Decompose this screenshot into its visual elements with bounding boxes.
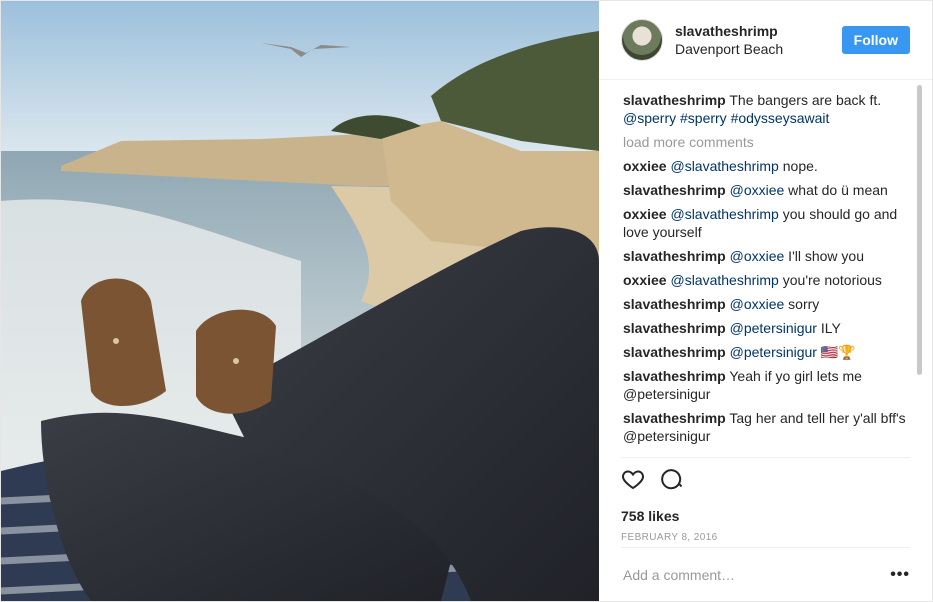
likes-count[interactable]: 758 likes (621, 508, 910, 524)
follow-button[interactable]: Follow (841, 26, 910, 54)
comments-scrollbar[interactable] (916, 85, 924, 455)
comment-item: slavatheshrimp @oxxiee sorry (623, 295, 910, 313)
add-comment-bar: ••• (621, 547, 910, 602)
owner-username[interactable]: slavatheshrimp (675, 22, 783, 40)
comment-username[interactable]: slavatheshrimp (623, 410, 726, 426)
comment-icon[interactable] (661, 467, 685, 496)
comment-item: slavatheshrimp @oxxiee what do ü mean (623, 181, 910, 199)
beach-photo-illustration (1, 1, 599, 601)
comment-mention[interactable]: @slavatheshrimp (670, 272, 778, 288)
caption-tags[interactable]: @sperry #sperry #odysseysawait (623, 110, 829, 126)
scrollbar-thumb[interactable] (917, 85, 922, 375)
comment-mention[interactable]: @petersinigur (730, 320, 817, 336)
comment-username[interactable]: oxxiee (623, 272, 667, 288)
comment-item: slavatheshrimp Tag her and tell her y'al… (623, 409, 910, 445)
post-sidebar: slavatheshrimp Davenport Beach Follow sl… (599, 1, 932, 601)
comment-item: oxxiee @slavatheshrimp you're notorious (623, 271, 910, 289)
comment-text: I'll show you (784, 248, 865, 264)
caption-text: The bangers are back ft. (729, 92, 882, 108)
comment-item: slavatheshrimp @oxxiee I'll show you (623, 247, 910, 265)
location-label[interactable]: Davenport Beach (675, 40, 783, 58)
post-date: FEBRUARY 8, 2016 (621, 532, 718, 543)
comment-item: oxxiee @slavatheshrimp nope. (623, 157, 910, 175)
comment-mention[interactable]: @slavatheshrimp (670, 206, 778, 222)
comments-list: slavatheshrimp The bangers are back ft. … (623, 91, 910, 457)
comment-username[interactable]: oxxiee (623, 158, 667, 174)
comment-username[interactable]: slavatheshrimp (623, 368, 726, 384)
comment-item: slavatheshrimp @petersinigur ILY (623, 319, 910, 337)
action-icons (621, 468, 910, 494)
comment-text: nope. (778, 158, 818, 174)
comment-mention[interactable]: @oxxiee (730, 296, 785, 312)
comment-username[interactable]: slavatheshrimp (623, 248, 726, 264)
owner-info: slavatheshrimp Davenport Beach (675, 22, 783, 58)
comment-username[interactable]: oxxiee (623, 206, 667, 222)
comment-mention[interactable]: @slavatheshrimp (670, 158, 778, 174)
comment-username[interactable]: slavatheshrimp (623, 320, 726, 336)
comment-username[interactable]: slavatheshrimp (623, 344, 726, 360)
more-options-icon[interactable]: ••• (890, 566, 910, 584)
comment-text: sorry (784, 296, 820, 312)
caption: slavatheshrimp The bangers are back ft. … (623, 91, 910, 127)
comment-item: slavatheshrimp @petersinigur 🇺🇸🏆 (623, 343, 910, 361)
comment-mention[interactable]: @petersinigur (730, 344, 817, 360)
comment-mention[interactable]: @oxxiee (730, 182, 785, 198)
avatar[interactable] (621, 19, 663, 61)
comment-username[interactable]: slavatheshrimp (623, 296, 726, 312)
comment-text: what do ü mean (784, 182, 888, 198)
comment-item: slavatheshrimp Yeah if yo girl lets me @… (623, 367, 910, 403)
comment-text: you're notorious (778, 272, 882, 288)
comment-username[interactable]: slavatheshrimp (623, 182, 726, 198)
comment-mention[interactable]: @oxxiee (730, 248, 785, 264)
comment-text: 🇺🇸🏆 (816, 344, 856, 360)
load-more-comments[interactable]: load more comments (623, 133, 910, 151)
caption-username[interactable]: slavatheshrimp (623, 92, 726, 108)
add-comment-input[interactable] (621, 566, 891, 584)
heart-icon[interactable] (621, 467, 645, 496)
comment-text: ILY (816, 320, 841, 336)
post-actions: 758 likes FEBRUARY 8, 2016 (621, 457, 910, 543)
post-container: slavatheshrimp Davenport Beach Follow sl… (0, 0, 933, 602)
post-photo[interactable] (1, 1, 599, 601)
comment-item: oxxiee @slavatheshrimp you should go and… (623, 205, 910, 241)
post-header: slavatheshrimp Davenport Beach Follow (599, 1, 932, 80)
